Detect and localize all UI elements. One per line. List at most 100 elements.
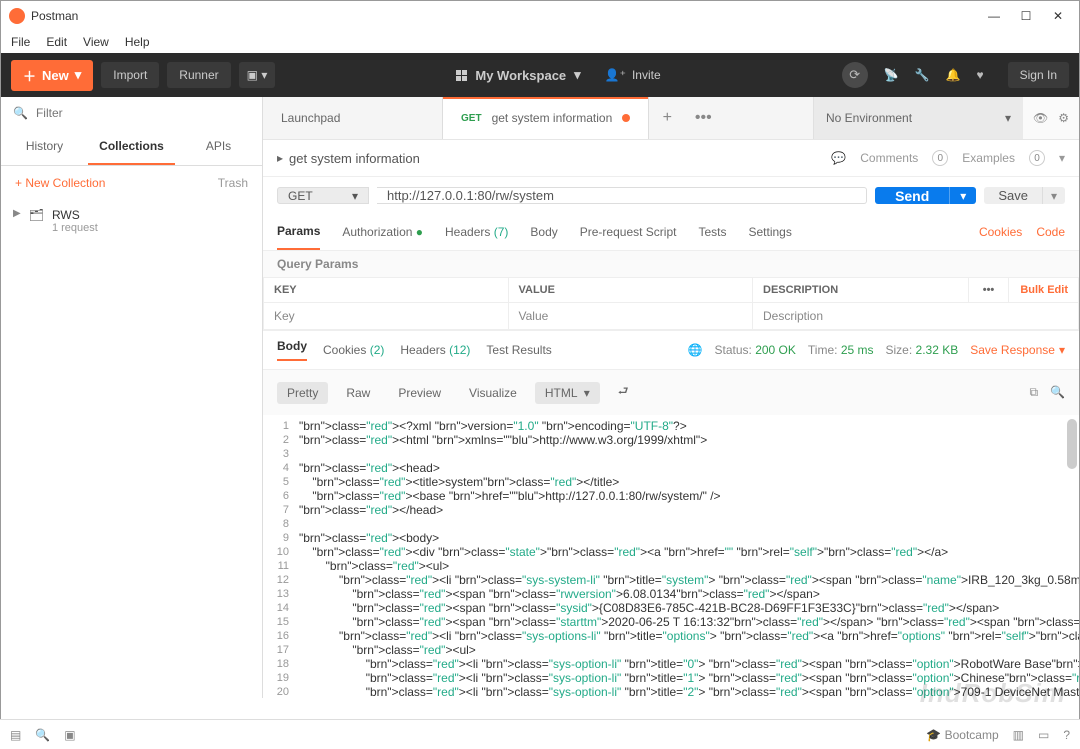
bell-icon[interactable]: 🔔 — [946, 68, 961, 82]
new-window-button[interactable]: ▣ ▾ — [239, 62, 276, 88]
code-link[interactable]: Code — [1036, 225, 1065, 239]
new-label: New — [42, 68, 69, 83]
reqtab-prerequest[interactable]: Pre-request Script — [580, 215, 677, 249]
wrap-icon[interactable]: ⮐ — [608, 378, 639, 407]
view-visualize[interactable]: Visualize — [459, 382, 527, 404]
value-input[interactable]: Value — [508, 303, 753, 330]
minimize-button[interactable]: — — [987, 9, 1001, 23]
collection-count: 1 request — [52, 222, 98, 234]
size-value: 2.32 KB — [916, 343, 959, 357]
tab-history[interactable]: History — [1, 129, 88, 165]
resptab-testresults[interactable]: Test Results — [486, 343, 551, 357]
comments-label[interactable]: Comments — [860, 151, 918, 165]
menu-help[interactable]: Help — [125, 35, 150, 49]
key-input[interactable]: Key — [264, 303, 509, 330]
runner-button[interactable]: Runner — [167, 62, 230, 88]
environment-selector[interactable]: No Environment ▾ — [813, 97, 1023, 139]
sidebar-toggle-icon[interactable]: ▤ — [10, 728, 21, 742]
invite-button[interactable]: 👤⁺ Invite — [605, 68, 661, 82]
comments-count: 0 — [932, 150, 948, 166]
format-selector[interactable]: HTML ▾ — [535, 382, 600, 404]
send-dropdown[interactable]: ▾ — [949, 187, 976, 204]
url-input[interactable]: http://127.0.0.1:80/rw/system — [377, 187, 867, 204]
bootcamp-link[interactable]: 🎓 Bootcamp — [926, 728, 998, 742]
close-button[interactable]: ✕ — [1051, 9, 1065, 23]
view-raw[interactable]: Raw — [336, 382, 380, 404]
reqtab-params[interactable]: Params — [277, 214, 320, 250]
scrollbar[interactable] — [1067, 419, 1077, 469]
layout-icon[interactable]: ▥ — [1013, 728, 1024, 742]
tab-apis[interactable]: APIs — [175, 129, 262, 165]
sync-icon[interactable]: ⟳ — [842, 62, 868, 88]
collection-item[interactable]: ▶ 🗂 RWS 1 request — [1, 200, 262, 242]
filter-input[interactable] — [34, 105, 250, 121]
workspace-selector[interactable]: My Workspace ▾ — [456, 67, 580, 83]
bulk-edit-link[interactable]: Bulk Edit — [1009, 278, 1079, 303]
save-response-button[interactable]: Save Response ▾ — [970, 343, 1065, 357]
find-icon[interactable]: 🔍 — [35, 728, 50, 742]
signin-button[interactable]: Sign In — [1008, 62, 1069, 88]
trash-link[interactable]: Trash — [218, 176, 248, 190]
layout2-icon[interactable]: ▭ — [1038, 728, 1049, 742]
sidebar-filter[interactable]: 🔍 — [1, 97, 262, 129]
workspace-label: My Workspace — [475, 68, 566, 83]
chevron-down-icon: ▾ — [1005, 111, 1011, 125]
help-icon[interactable]: ? — [1063, 728, 1070, 742]
search-icon: 🔍 — [13, 106, 28, 120]
send-button[interactable]: Send — [875, 187, 949, 204]
import-button[interactable]: Import — [101, 62, 159, 88]
tab-request[interactable]: GET get system information — [443, 97, 649, 139]
copy-icon[interactable]: ⧉ — [1029, 385, 1038, 400]
tab-more-button[interactable]: ••• — [685, 97, 721, 139]
examples-label[interactable]: Examples — [962, 151, 1015, 165]
collection-name: RWS — [52, 208, 98, 222]
reqtab-settings[interactable]: Settings — [748, 215, 791, 249]
response-body[interactable]: 1"brn">class="red"><?xml "brn">version="… — [263, 415, 1079, 698]
save-dropdown[interactable]: ▾ — [1042, 187, 1065, 204]
col-more[interactable]: ••• — [969, 278, 1009, 303]
reqtab-body[interactable]: Body — [530, 215, 557, 249]
new-collection-button[interactable]: + New Collection — [15, 176, 105, 190]
wrench-icon[interactable]: 🔧 — [915, 68, 930, 82]
view-pretty[interactable]: Pretty — [277, 382, 328, 404]
globe-icon[interactable]: 🌐 — [688, 343, 703, 357]
app-logo — [9, 8, 25, 24]
new-button[interactable]: ＋ New ▾ — [11, 60, 93, 91]
plus-icon: ＋ — [23, 66, 36, 85]
resptab-headers[interactable]: Headers (12) — [400, 343, 470, 357]
reqtab-auth[interactable]: Authorization ● — [342, 215, 423, 249]
reqtab-headers[interactable]: Headers (7) — [445, 215, 508, 249]
tab-collections[interactable]: Collections — [88, 129, 175, 165]
chevron-down-icon: ▾ — [574, 67, 581, 83]
heart-icon[interactable]: ♥ — [977, 68, 984, 82]
chevron-down-icon[interactable]: ▾ — [1059, 151, 1065, 165]
menu-view[interactable]: View — [83, 35, 109, 49]
col-key: KEY — [264, 278, 509, 303]
comment-icon[interactable]: 💬 — [831, 151, 846, 165]
query-params-header: Query Params — [263, 251, 1079, 277]
cookies-link[interactable]: Cookies — [979, 225, 1022, 239]
search-icon[interactable]: 🔍 — [1050, 385, 1065, 400]
tab-add-button[interactable]: + — [649, 97, 685, 139]
resptab-cookies[interactable]: Cookies (2) — [323, 343, 384, 357]
method-selector[interactable]: GET ▾ — [277, 187, 369, 204]
tab-label: get system information — [492, 111, 613, 125]
request-title: get system information — [289, 151, 420, 166]
reqtab-tests[interactable]: Tests — [698, 215, 726, 249]
resptab-body[interactable]: Body — [277, 339, 307, 361]
chevron-right-icon[interactable]: ▸ — [277, 151, 283, 165]
eye-icon[interactable]: 👁 — [1033, 111, 1048, 125]
method-badge: GET — [461, 113, 482, 124]
satellite-icon[interactable]: 📡 — [884, 68, 899, 82]
tab-launchpad[interactable]: Launchpad — [263, 97, 443, 139]
view-preview[interactable]: Preview — [388, 382, 451, 404]
save-button[interactable]: Save — [984, 187, 1042, 204]
menu-file[interactable]: File — [11, 35, 30, 49]
menu-edit[interactable]: Edit — [46, 35, 67, 49]
gear-icon[interactable]: ⚙ — [1058, 111, 1069, 125]
time-value: 25 ms — [841, 343, 874, 357]
col-value: VALUE — [508, 278, 753, 303]
console-icon[interactable]: ▣ — [64, 728, 75, 742]
desc-input[interactable]: Description — [753, 303, 1079, 330]
maximize-button[interactable]: ☐ — [1019, 9, 1033, 23]
